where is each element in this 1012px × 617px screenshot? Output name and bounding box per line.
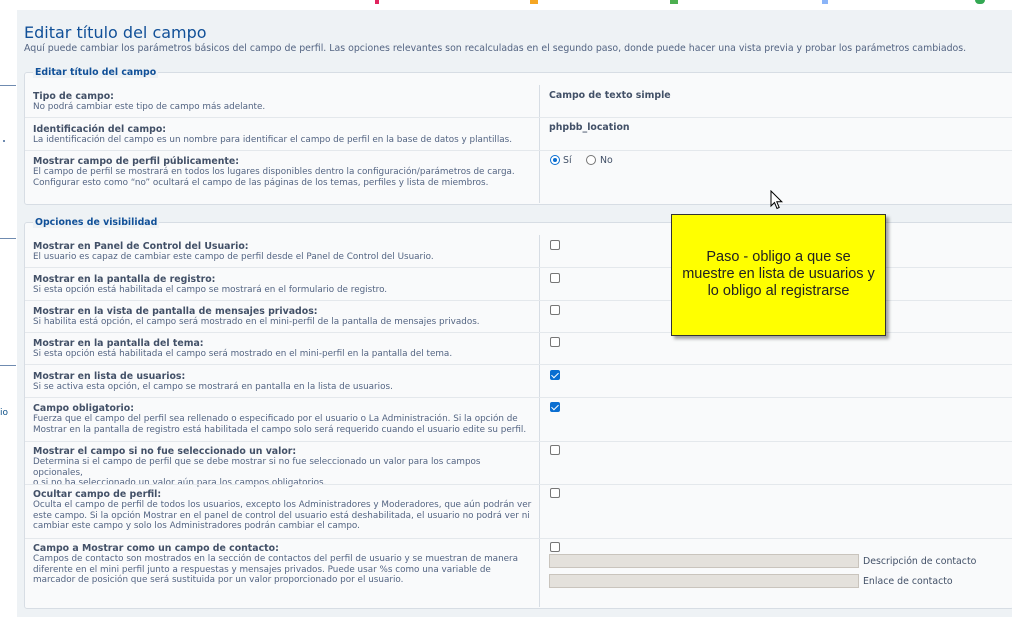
public-label: Mostrar campo de perfil públicamente:	[33, 156, 239, 167]
public-yes-label[interactable]: Sí	[563, 155, 572, 166]
page-description: Aquí puede cambiar los parámetros básico…	[24, 43, 967, 54]
option-explain: este campo. Si la opción Mostrar en el p…	[33, 510, 530, 521]
row-separator	[25, 538, 1012, 539]
contact-link-input[interactable]	[549, 574, 859, 588]
option-explain: marcador de posición que será sustituida…	[33, 575, 404, 586]
option-explain: diferente en el mini perfil junto a resp…	[33, 564, 491, 575]
contact-link-label: Enlace de contacto	[863, 576, 953, 587]
option-explain: cambiar este campo y solo los Administra…	[33, 521, 360, 532]
hide-field-checkbox[interactable]	[550, 488, 560, 498]
nav-divider	[0, 365, 16, 366]
field-type-label: Tipo de campo:	[33, 91, 114, 102]
bookmark-icon[interactable]	[822, 0, 828, 4]
nav-divider	[0, 238, 16, 239]
option-explain: Fuerza que el campo del perfil sea relle…	[33, 414, 518, 424]
field-type-explain: No podrá cambiar este tipo de campo más …	[33, 102, 266, 112]
field-ident-value: phpbb_location	[549, 122, 630, 133]
bookmarks-bar	[0, 0, 1012, 10]
contact-description-label: Descripción de contacto	[863, 556, 977, 567]
option-explain: Determina si el campo de perfil que se d…	[33, 457, 481, 478]
mouse-cursor-icon	[770, 190, 784, 210]
row-separator	[25, 150, 1012, 151]
option-label: Ocultar campo de perfil:	[33, 489, 162, 500]
annotation-text: Paso - obligo a que se muestre en lista …	[682, 249, 875, 299]
contact-field-checkbox[interactable]	[550, 542, 560, 552]
row-separator	[25, 117, 1012, 118]
contact-description-input[interactable]	[549, 554, 859, 568]
edit-field-section: Editar título del campo Tipo de campo: N…	[24, 67, 1012, 205]
show-novalue-checkbox[interactable]	[550, 445, 560, 455]
option-explain: Si habilita está opción, el campo será m…	[33, 317, 480, 327]
field-type-value: Campo de texto simple	[549, 90, 671, 101]
public-explain: Configurar esto como “no” ocultará el ca…	[33, 177, 489, 188]
option-explain: Campos de contacto son mostrados en la s…	[33, 554, 519, 564]
column-divider	[539, 85, 540, 203]
option-explain: Oculta el campo de perfil de todos los u…	[33, 500, 532, 510]
bookmark-icon[interactable]	[670, 0, 678, 4]
option-label: Mostrar el campo si no fue seleccionado …	[33, 446, 297, 457]
annotation-note: Paso - obligo a que se muestre en lista …	[671, 214, 886, 336]
required-checkbox[interactable]	[550, 402, 560, 412]
option-explain: Si esta opción está habilitada el campo …	[33, 349, 453, 359]
public-no-label[interactable]: No	[600, 155, 613, 166]
option-label: Campo a Mostrar como un campo de contact…	[33, 543, 279, 554]
row-separator	[25, 484, 1012, 485]
option-label: Mostrar en lista de usuarios:	[33, 371, 186, 382]
option-label: Campo obligatorio:	[33, 403, 134, 414]
option-explain: El usuario es capaz de cambiar este camp…	[33, 252, 434, 262]
left-navigation: io	[0, 10, 17, 617]
public-yes-radio[interactable]	[550, 155, 560, 165]
option-explain: Si esta opción está habilitada el campo …	[33, 285, 388, 295]
public-explain: El campo de perfil se mostrará en todos …	[33, 167, 515, 177]
bookmark-icon[interactable]	[530, 0, 538, 4]
row-separator	[25, 364, 1012, 365]
row-separator	[25, 441, 1012, 442]
ucp-checkbox[interactable]	[550, 240, 560, 250]
nav-dot	[3, 140, 5, 142]
public-no-radio[interactable]	[586, 155, 596, 165]
option-label: Mostrar en la vista de pantalla de mensa…	[33, 306, 318, 317]
bookmark-icon[interactable]	[375, 0, 379, 4]
column-divider	[539, 235, 540, 607]
option-explain: Si se activa esta opción, el campo se mo…	[33, 382, 393, 392]
section-legend: Opciones de visibilidad	[33, 217, 160, 228]
option-explain: Mostrar en la pantalla de registro está …	[33, 424, 527, 435]
option-label: Mostrar en la pantalla del tema:	[33, 338, 204, 349]
bookmark-icon[interactable]	[975, 0, 985, 4]
page-title: Editar título del campo	[24, 23, 207, 42]
section-legend: Editar título del campo	[33, 67, 159, 78]
pm-checkbox[interactable]	[550, 305, 560, 315]
field-ident-label: Identificación del campo:	[33, 124, 167, 135]
register-checkbox[interactable]	[550, 273, 560, 283]
memberlist-checkbox[interactable]	[550, 370, 560, 380]
nav-item-fragment[interactable]: io	[0, 408, 8, 418]
row-separator	[25, 397, 1012, 398]
nav-divider	[0, 85, 16, 86]
option-label: Mostrar en la pantalla de registro:	[33, 274, 216, 285]
option-label: Mostrar en Panel de Control del Usuario:	[33, 241, 249, 252]
field-ident-explain: La identificación del campo es un nombre…	[33, 135, 513, 145]
viewtopic-checkbox[interactable]	[550, 337, 560, 347]
